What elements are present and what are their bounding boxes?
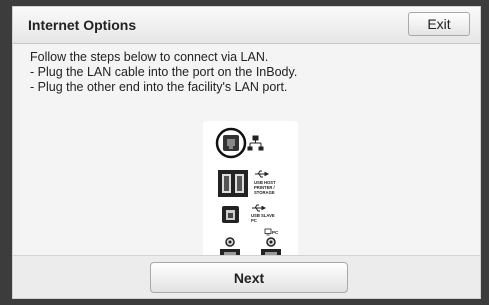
pc-monitor-icon	[264, 228, 272, 236]
instructions: Follow the steps below to connect via LA…	[30, 50, 297, 95]
network-symbol-icon	[247, 135, 264, 151]
page-title: Internet Options	[28, 17, 137, 33]
lan-port-icon	[215, 127, 247, 159]
instruction-line: - Plug the LAN cable into the port on th…	[30, 65, 298, 79]
pc-label: PC	[272, 230, 279, 235]
usb-slave-port-icon	[222, 206, 239, 223]
usb-symbol-icon	[255, 170, 270, 178]
internet-options-screen: Internet Options Exit Follow the steps b…	[12, 6, 481, 299]
exit-button[interactable]: Exit	[408, 12, 470, 36]
usb-host-port-icon	[218, 170, 248, 197]
next-button[interactable]: Next	[150, 262, 348, 293]
footer-bar: Next	[13, 255, 480, 298]
port-panel-illustration: USB HOST PRINTER / STORAGE USB SLAVE PC	[203, 121, 298, 263]
instruction-line: Follow the steps below to connect via LA…	[30, 50, 269, 64]
usb-slave-label: PC	[251, 218, 257, 223]
usb-symbol-icon	[252, 204, 267, 212]
port-panel-svg: USB HOST PRINTER / STORAGE USB SLAVE PC	[215, 127, 281, 263]
usb-host-label: STORAGE	[254, 190, 275, 195]
header-bar: Internet Options Exit	[13, 7, 480, 44]
instruction-line: - Plug the other end into the facility's…	[30, 80, 288, 94]
